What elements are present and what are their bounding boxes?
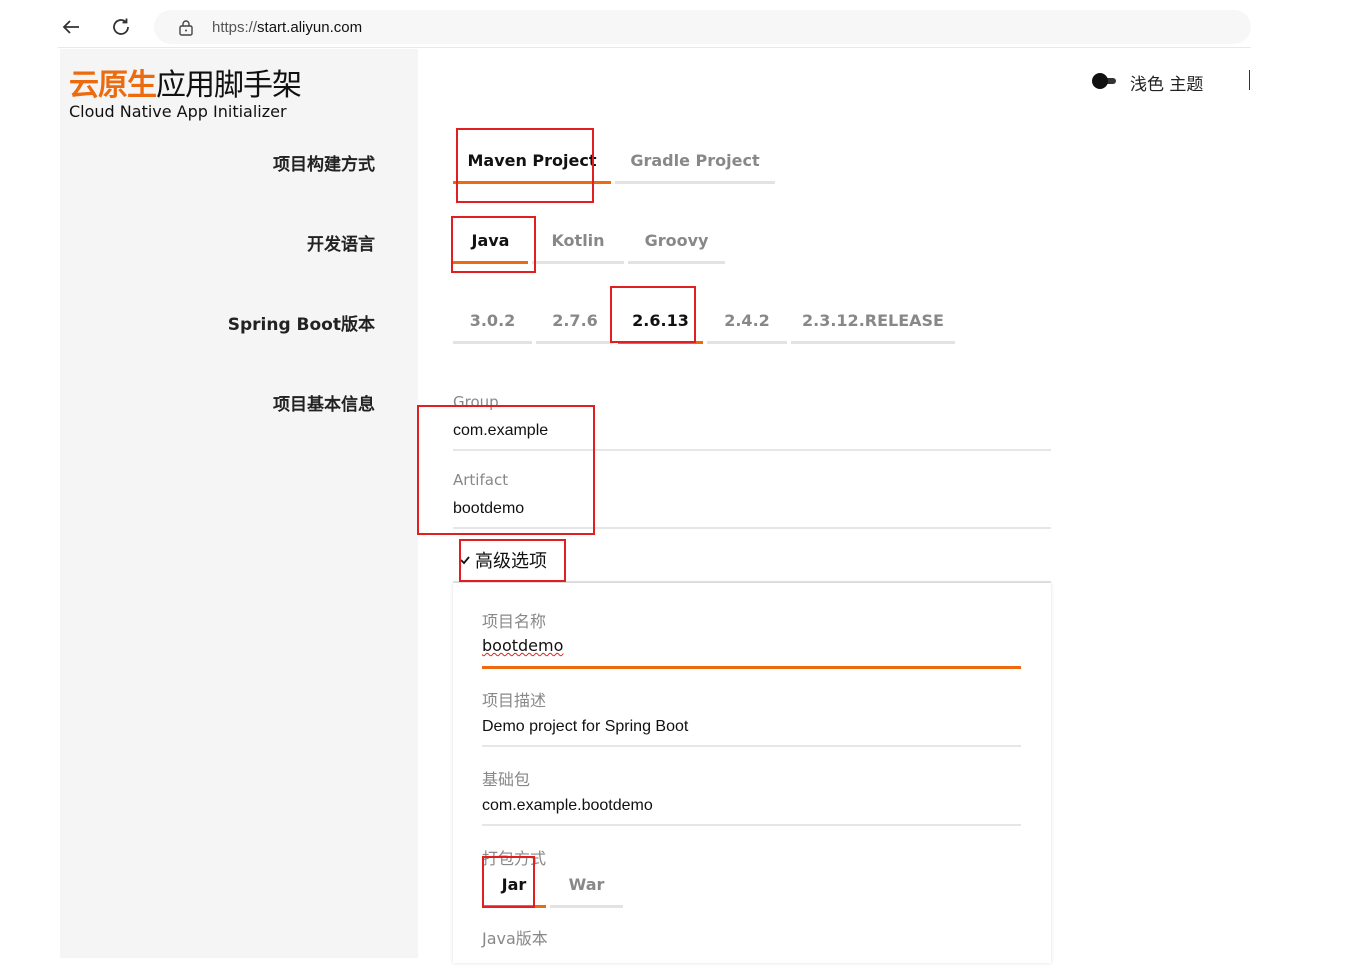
- base-package-input[interactable]: [482, 793, 1021, 826]
- reload-icon: [113, 18, 129, 35]
- java-version-label: Java版本: [482, 929, 548, 948]
- tab-version-2-3-12[interactable]: 2.3.12.RELEASE: [791, 300, 955, 344]
- language-label: 开发语言: [307, 235, 375, 255]
- divider: [1249, 70, 1250, 90]
- tab-version-2-4-2[interactable]: 2.4.2: [707, 300, 787, 344]
- arrow-left-icon: [62, 20, 79, 34]
- tab-packaging-war[interactable]: War: [550, 864, 623, 908]
- boot-version-label: Spring Boot版本: [227, 315, 375, 335]
- address-bar[interactable]: https://start.aliyun.com: [154, 10, 1251, 44]
- logo-subtitle: Cloud Native App Initializer: [69, 102, 287, 121]
- build-label: 项目构建方式: [273, 155, 375, 175]
- tab-java[interactable]: Java: [453, 220, 528, 264]
- back-button[interactable]: [58, 14, 84, 40]
- project-name-input[interactable]: bootdemo: [482, 636, 1021, 669]
- tab-version-3-0-2[interactable]: 3.0.2: [453, 300, 532, 344]
- artifact-input[interactable]: [453, 496, 1051, 529]
- advanced-options-toggle[interactable]: 高级选项: [459, 547, 547, 573]
- url-text: https://start.aliyun.com: [212, 19, 363, 36]
- tab-gradle-project[interactable]: Gradle Project: [615, 140, 775, 184]
- tab-groovy[interactable]: Groovy: [628, 220, 725, 264]
- sidebar: [60, 49, 418, 958]
- toggle-knob-icon: [1092, 73, 1108, 89]
- browser-toolbar: https://start.aliyun.com: [58, 6, 1251, 48]
- group-label: Group: [453, 393, 499, 411]
- tab-maven-project[interactable]: Maven Project: [453, 140, 611, 184]
- theme-toggle[interactable]: [1092, 72, 1122, 90]
- group-input[interactable]: [453, 418, 1051, 451]
- logo-title: 云原生应用脚手架: [69, 68, 302, 103]
- tab-packaging-jar[interactable]: Jar: [482, 864, 546, 908]
- project-info-label: 项目基本信息: [273, 395, 375, 415]
- tab-version-2-7-6[interactable]: 2.7.6: [536, 300, 614, 344]
- reload-button[interactable]: [108, 14, 134, 40]
- project-name-label: 项目名称: [482, 612, 547, 631]
- advanced-options-label: 高级选项: [475, 551, 547, 572]
- tab-version-2-6-13[interactable]: 2.6.13: [618, 300, 703, 344]
- project-description-label: 项目描述: [482, 691, 547, 710]
- tab-kotlin[interactable]: Kotlin: [532, 220, 624, 264]
- project-description-input[interactable]: [482, 714, 1021, 747]
- chevron-down-icon: [460, 556, 470, 565]
- theme-label: 浅色 主题: [1130, 75, 1204, 95]
- base-package-label: 基础包: [482, 770, 531, 789]
- lock-icon[interactable]: [178, 19, 194, 40]
- artifact-label: Artifact: [453, 471, 509, 489]
